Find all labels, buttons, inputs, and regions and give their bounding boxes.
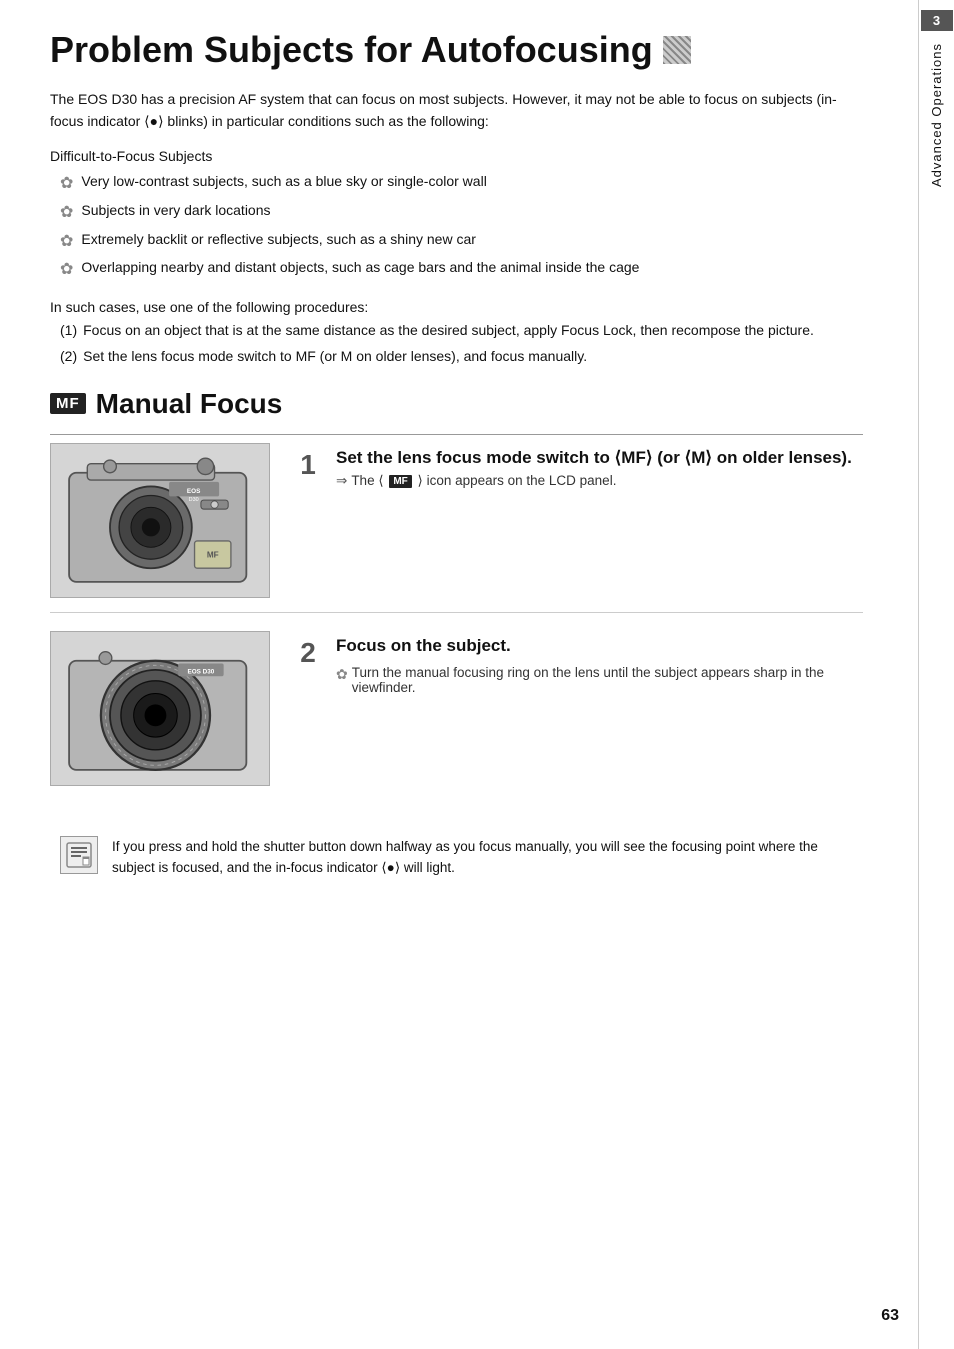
list-item: ✿ Extremely backlit or reflective subjec… xyxy=(60,228,863,255)
sidebar: 3 Advanced Operations xyxy=(918,0,954,1349)
svg-text:EOS: EOS xyxy=(187,487,200,494)
title-text: Problem Subjects for Autofocusing xyxy=(50,30,653,70)
list-item: ✿ Subjects in very dark locations xyxy=(60,199,863,226)
intro-text: The EOS D30 has a precision AF system th… xyxy=(50,91,837,129)
bullet-icon: ✿ xyxy=(336,666,348,683)
step-1-number: 1 xyxy=(290,449,326,481)
sidebar-number-badge: 3 xyxy=(921,10,953,31)
mf-section-title: MF Manual Focus xyxy=(50,388,863,420)
mf-title-text: Manual Focus xyxy=(96,388,283,420)
step-2-image: EOS D30 xyxy=(50,631,270,786)
bullet-icon: ✿ xyxy=(60,200,73,226)
note-text: If you press and hold the shutter button… xyxy=(112,836,853,879)
list-item: (1) Focus on an object that is at the sa… xyxy=(60,319,863,341)
note-symbol xyxy=(65,841,93,869)
bullet-list: ✿ Very low-contrast subjects, such as a … xyxy=(50,170,863,282)
procedures-list: (1) Focus on an object that is at the sa… xyxy=(50,319,863,368)
list-item: ✿ Overlapping nearby and distant objects… xyxy=(60,256,863,283)
mf-icon-inline: MF xyxy=(389,475,411,488)
step-1-note-text: The ⟨ MF ⟩ icon appears on the LCD panel… xyxy=(351,473,616,489)
sidebar-label: Advanced Operations xyxy=(929,43,944,187)
svg-text:D30: D30 xyxy=(189,496,199,502)
step-2-row: EOS D30 2 Focus on the subject. xyxy=(50,623,863,786)
list-item: (2) Set the lens focus mode switch to MF… xyxy=(60,345,863,367)
step-2-title-block: Focus on the subject. ✿ Turn the manual … xyxy=(336,635,863,696)
step-divider xyxy=(50,612,863,613)
bullet-text: Extremely backlit or reflective subjects… xyxy=(81,228,476,250)
procedures-intro: In such cases, use one of the following … xyxy=(50,299,863,315)
bullet-text: Subjects in very dark locations xyxy=(81,199,270,221)
step-1-note: ⇒ The ⟨ MF ⟩ icon appears on the LCD pan… xyxy=(336,473,852,489)
svg-text:MF: MF xyxy=(207,550,219,559)
camera-illustration-1: EOS D30 MF xyxy=(60,448,260,593)
intro-paragraph: The EOS D30 has a precision AF system th… xyxy=(50,88,863,133)
difficult-label-text: Difficult-to-Focus Subjects xyxy=(50,148,212,164)
camera-illustration-2: EOS D30 xyxy=(60,636,260,781)
bullet-icon: ✿ xyxy=(60,229,73,255)
step-2-content: 2 Focus on the subject. ✿ Turn the manua… xyxy=(290,631,863,704)
step-2-note-text: Turn the manual focusing ring on the len… xyxy=(352,665,863,695)
page-title: Problem Subjects for Autofocusing xyxy=(50,30,863,70)
step-1-title: Set the lens focus mode switch to ⟨MF⟩ (… xyxy=(336,447,852,470)
step-1-image: EOS D30 MF xyxy=(50,443,270,598)
step-1-row: EOS D30 MF xyxy=(50,434,863,598)
step-2-number: 2 xyxy=(290,637,326,669)
step-2-title: Focus on the subject. xyxy=(336,635,863,658)
step-1-content: 1 Set the lens focus mode switch to ⟨MF⟩… xyxy=(290,443,863,498)
arrow-icon: ⇒ xyxy=(336,473,347,489)
step-2-header: 2 Focus on the subject. ✿ Turn the manua… xyxy=(290,635,863,696)
list-item: ✿ Very low-contrast subjects, such as a … xyxy=(60,170,863,197)
bullet-text: Overlapping nearby and distant objects, … xyxy=(81,256,639,278)
mf-badge: MF xyxy=(50,393,86,414)
svg-text:EOS D30: EOS D30 xyxy=(187,668,214,675)
step-1-header: 1 Set the lens focus mode switch to ⟨MF⟩… xyxy=(290,447,863,490)
bullet-icon: ✿ xyxy=(60,171,73,197)
step-2-note: ✿ Turn the manual focusing ring on the l… xyxy=(336,665,863,695)
note-icon xyxy=(60,836,98,874)
step-1-title-block: Set the lens focus mode switch to ⟨MF⟩ (… xyxy=(336,447,852,490)
difficult-label: Difficult-to-Focus Subjects xyxy=(50,148,863,164)
title-icon xyxy=(663,36,691,64)
bullet-text: Very low-contrast subjects, such as a bl… xyxy=(81,170,486,192)
note-box: If you press and hold the shutter button… xyxy=(50,836,863,879)
page-number: 63 xyxy=(881,1307,899,1325)
bullet-icon: ✿ xyxy=(60,257,73,283)
steps-container: EOS D30 MF xyxy=(50,434,863,796)
